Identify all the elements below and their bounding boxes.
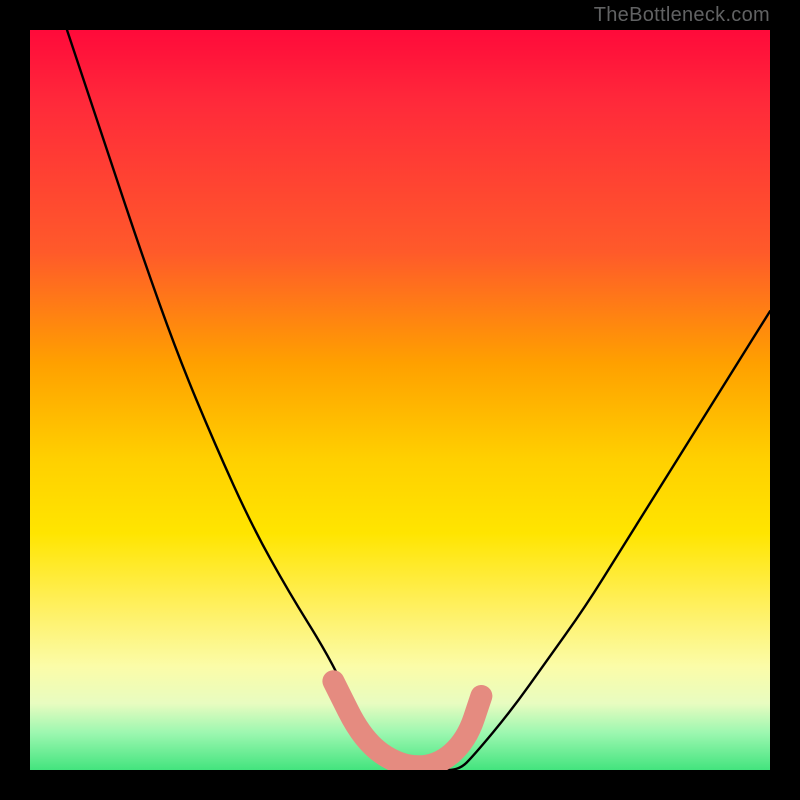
- outer-frame: TheBottleneck.com: [0, 0, 800, 800]
- watermark-text: TheBottleneck.com: [594, 4, 770, 27]
- bottleneck-curve: [67, 30, 770, 770]
- plot-area: [30, 30, 770, 770]
- curve-svg: [30, 30, 770, 770]
- ideal-range-highlight: [333, 681, 481, 766]
